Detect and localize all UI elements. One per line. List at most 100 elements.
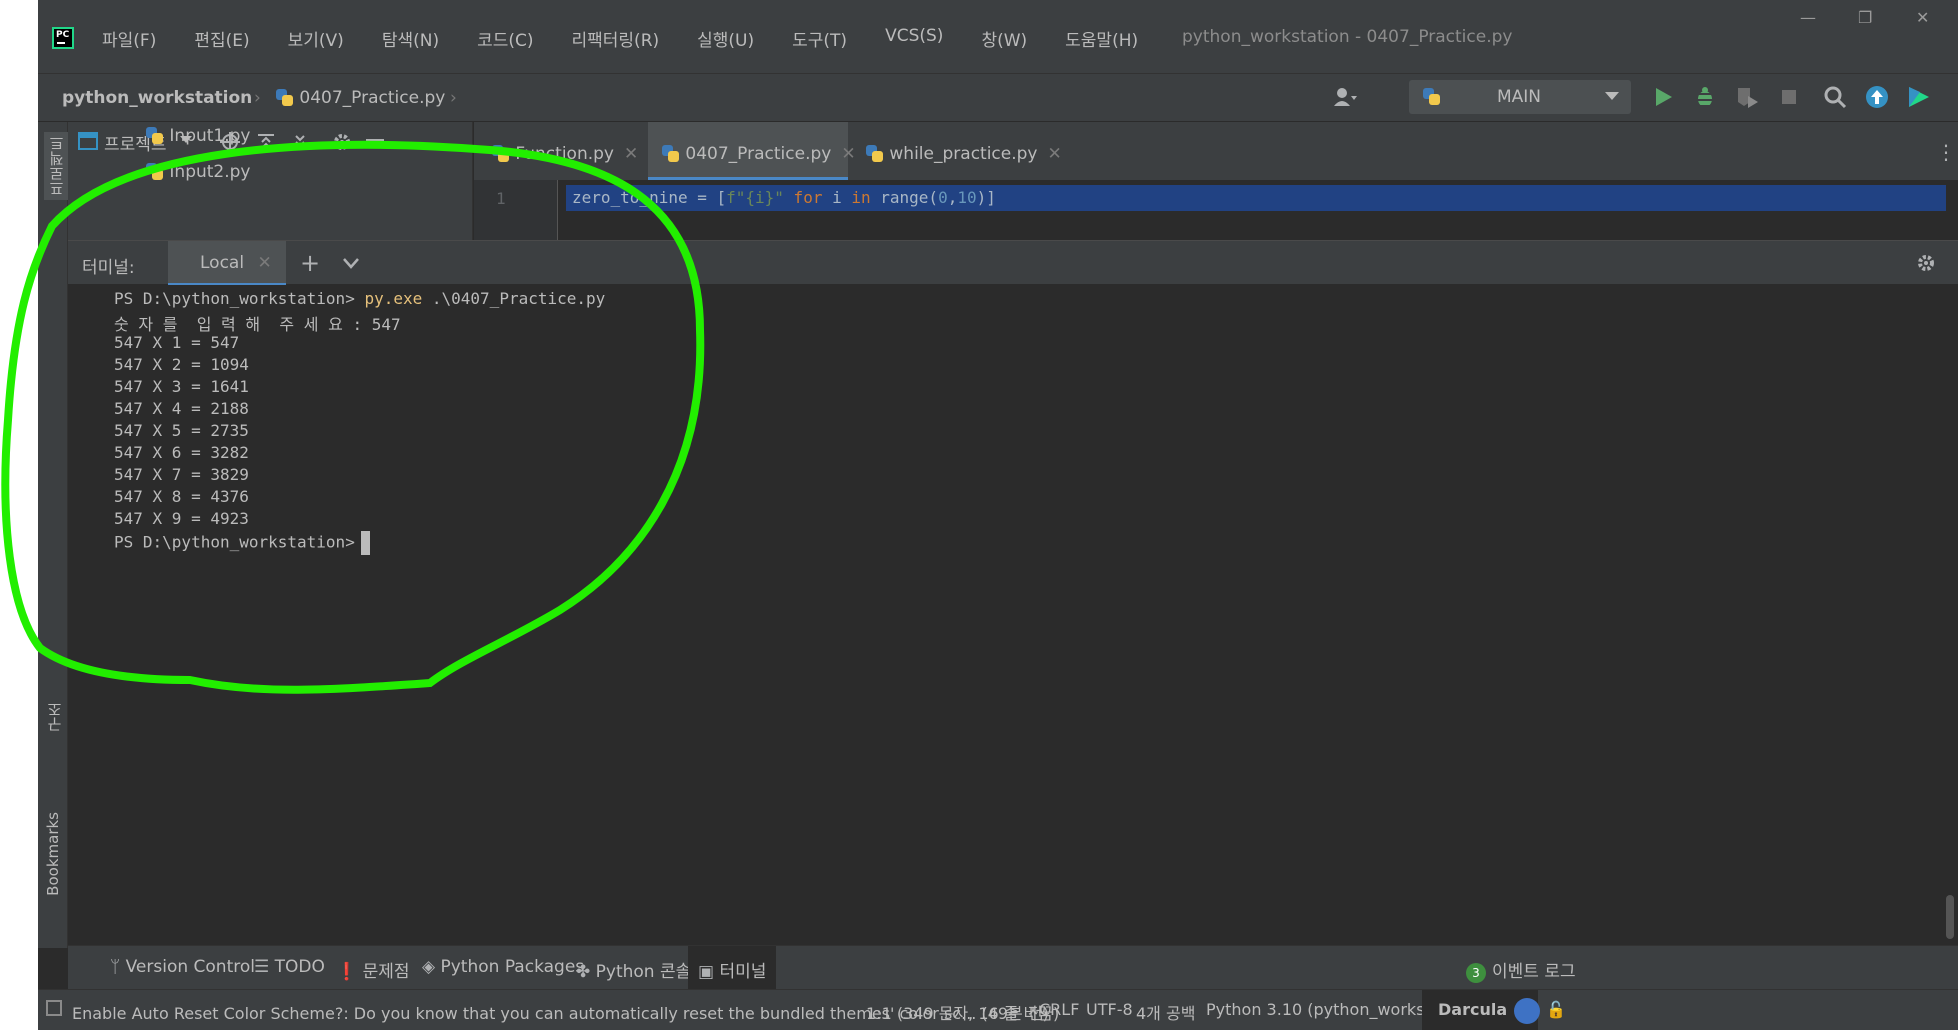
breadcrumb-file-label: 0407_Practice.py <box>299 88 446 108</box>
editor-gutter: 1 <box>474 180 558 240</box>
run-icon[interactable] <box>1650 84 1676 110</box>
menu-file[interactable]: 파일(F) <box>102 26 156 51</box>
stop-icon[interactable] <box>1776 84 1802 110</box>
minimize-icon[interactable]: — <box>1800 8 1816 27</box>
python-file-icon <box>276 89 294 107</box>
terminal-output-line: 547 X 9 = 4923 <box>114 509 249 528</box>
terminal-output-line: 숫 자 를 입 력 해 주 세 요 : 547 <box>114 315 401 334</box>
gear-icon[interactable] <box>332 132 352 152</box>
pycharm-logo-icon: PC <box>52 27 74 49</box>
close-tab-icon[interactable]: ✕ <box>257 253 271 273</box>
terminal-output-line: 547 X 7 = 3829 <box>114 465 249 484</box>
hide-panel-icon[interactable] <box>366 139 384 141</box>
version-control-button[interactable]: ᛘ Version Control <box>110 957 255 977</box>
terminal-button[interactable]: ▣ 터미널 <box>688 946 777 990</box>
debug-icon[interactable] <box>1692 84 1718 110</box>
bookmarks-tool-button[interactable]: Bookmarks <box>44 812 62 896</box>
close-tab-icon[interactable]: ✕ <box>624 144 638 164</box>
caret-position[interactable]: 1:1 (349 문자, 16 줄 바꿈) <box>866 1000 1059 1024</box>
terminal-icon: ▣ <box>698 962 715 982</box>
line-number: 1 <box>496 189 506 208</box>
python-icon <box>1423 88 1441 106</box>
title-bar: PC 파일(F) 편집(E) 보기(V) 탐색(N) 코드(C) 리팩터링(R)… <box>38 0 1958 74</box>
line-separator[interactable]: CRLF <box>1039 1000 1079 1019</box>
user-account-icon[interactable] <box>1332 84 1358 110</box>
expand-all-icon[interactable] <box>256 132 276 152</box>
code-line[interactable]: zero_to_nine = [f"{i}" for i in range(0,… <box>566 185 1946 211</box>
left-tool-strip: 프로젝트 구조 Bookmarks <box>38 122 69 948</box>
breadcrumb-project[interactable]: python_workstation <box>62 88 252 108</box>
python-packages-button[interactable]: ◈ Python Packages <box>422 957 584 977</box>
terminal-output-line: 547 X 1 = 547 <box>114 333 240 352</box>
breadcrumb-separator-icon: › <box>254 88 261 108</box>
menu-navigate[interactable]: 탐색(N) <box>382 26 439 51</box>
close-tab-icon[interactable]: ✕ <box>1047 144 1061 164</box>
terminal-output-line: 547 X 4 = 2188 <box>114 399 249 418</box>
menu-view[interactable]: 보기(V) <box>288 26 344 51</box>
terminal-command-line: PS D:\python_workstation> py.exe .\0407_… <box>114 289 606 308</box>
file-encoding[interactable]: UTF-8 <box>1086 1000 1133 1019</box>
editor-tab-0407-practice[interactable]: 0407_Practice.py ✕ <box>648 122 856 180</box>
terminal-tab-label: Local <box>200 253 245 273</box>
chevron-down-icon[interactable] <box>342 255 360 271</box>
navigation-bar: python_workstation › 0407_Practice.py › … <box>38 74 1958 122</box>
chevron-down-icon <box>1605 92 1619 100</box>
toggle-tool-windows-icon[interactable] <box>46 1000 62 1016</box>
menu-refactor[interactable]: 리팩터링(R) <box>572 26 660 51</box>
terminal-output[interactable]: PS D:\python_workstation> py.exe .\0407_… <box>68 285 1958 945</box>
project-view-icon <box>78 132 98 150</box>
code-editor[interactable]: 1 zero_to_nine = [f"{i}" for i in range(… <box>474 180 1958 240</box>
coverage-icon[interactable] <box>1734 84 1760 110</box>
run-configuration-select[interactable]: MAIN <box>1409 80 1631 114</box>
search-icon[interactable] <box>1822 84 1848 110</box>
editor-tab-function[interactable]: Function.py ✕ <box>492 122 638 180</box>
breadcrumb-file[interactable]: 0407_Practice.py <box>276 88 445 108</box>
menu-window[interactable]: 창(W) <box>981 26 1027 51</box>
restore-icon[interactable]: ❐ <box>1858 8 1872 27</box>
theme-indicator-icon <box>1514 998 1540 1024</box>
branch-icon: ᛘ <box>110 957 121 977</box>
menu-vcs[interactable]: VCS(S) <box>885 26 943 51</box>
menu-help[interactable]: 도움말(H) <box>1065 26 1138 51</box>
menu-edit[interactable]: 편집(E) <box>194 26 249 51</box>
project-tool-button[interactable]: 프로젝트 <box>44 132 69 200</box>
collapse-all-icon[interactable] <box>290 132 310 152</box>
event-log-button[interactable]: 3 이벤트 로그 <box>1466 957 1576 983</box>
terminal-header: 터미널: Local ✕ + <box>68 240 1958 286</box>
tab-label: 0407_Practice.py <box>685 144 832 164</box>
theme-name: Darcula <box>1438 1000 1508 1019</box>
tool-window-bar: ᛘ Version Control ☰ TODO ❗ 문제점 ◈ Python … <box>68 945 1958 990</box>
packages-icon: ◈ <box>422 957 436 977</box>
python-console-button[interactable]: ✤ Python 콘솔 <box>576 957 691 982</box>
event-count-badge: 3 <box>1466 963 1486 983</box>
project-panel-header: 프로젝트 <box>68 122 472 158</box>
editor-tab-while-practice[interactable]: while_practice.py ✕ <box>866 122 1062 180</box>
close-icon[interactable]: ✕ <box>1916 8 1929 27</box>
gear-icon[interactable] <box>1916 253 1936 273</box>
menu-tools[interactable]: 도구(T) <box>792 26 847 51</box>
project-file-item[interactable]: Input1.py <box>146 126 251 146</box>
menu-code[interactable]: 코드(C) <box>477 26 533 51</box>
project-file-item[interactable]: Input2.py <box>146 162 251 182</box>
python-file-icon <box>146 163 164 181</box>
code-with-me-icon[interactable] <box>1906 84 1932 110</box>
structure-tool-button[interactable]: 구조 <box>44 702 65 732</box>
close-tab-icon[interactable]: ✕ <box>841 144 855 164</box>
menu-run[interactable]: 실행(U) <box>697 26 754 51</box>
new-terminal-icon[interactable]: + <box>300 249 320 277</box>
window-title: python_workstation - 0407_Practice.py <box>1182 27 1513 47</box>
tab-label: while_practice.py <box>889 144 1038 164</box>
lock-icon[interactable]: 🔓 <box>1546 1000 1566 1019</box>
terminal-tab-local[interactable]: Local ✕ <box>168 241 286 286</box>
terminal-scrollbar[interactable] <box>1946 895 1954 939</box>
python-console-icon: ✤ <box>576 962 591 982</box>
project-file-label: Input2.py <box>169 162 251 182</box>
list-icon: ☰ <box>254 957 270 977</box>
more-options-icon[interactable]: ⋮ <box>1936 140 1956 164</box>
problems-button[interactable]: ❗ 문제점 <box>336 957 410 982</box>
indent-setting[interactable]: 4개 공백 <box>1136 1000 1195 1024</box>
update-icon[interactable] <box>1864 84 1890 110</box>
terminal-output-line: 547 X 2 = 1094 <box>114 355 249 374</box>
todo-button[interactable]: ☰ TODO <box>254 957 325 977</box>
python-file-icon <box>492 145 510 163</box>
